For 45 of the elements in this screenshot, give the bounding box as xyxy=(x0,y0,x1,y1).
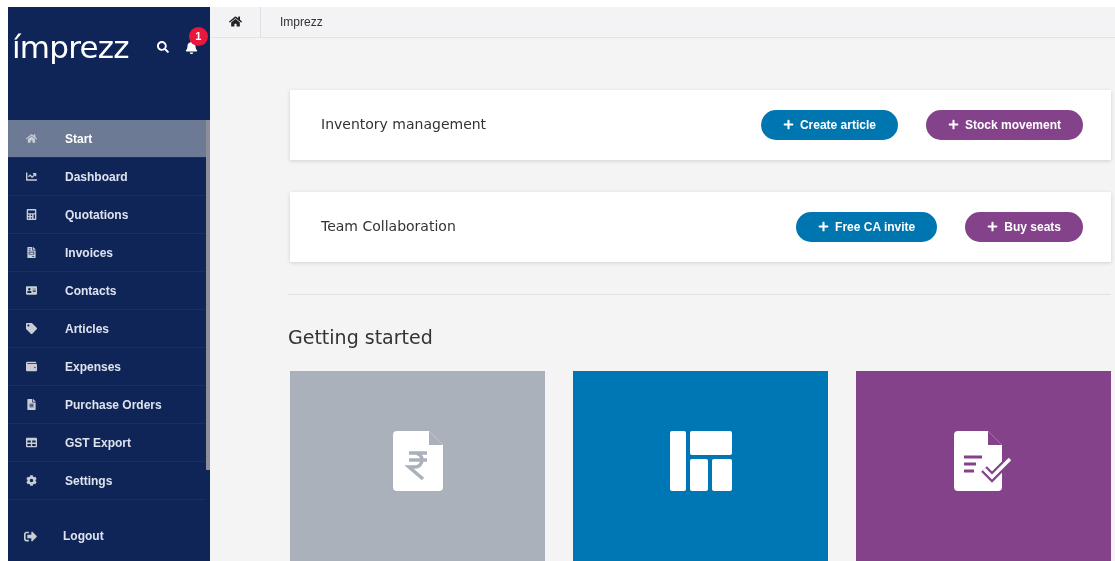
plus-icon xyxy=(947,119,959,130)
action-button[interactable]: Free CA invite xyxy=(796,211,938,242)
panel-title: Inventory management xyxy=(321,115,488,134)
logout-item[interactable]: Logout xyxy=(8,519,210,553)
sidebar-item[interactable]: Purchase Orders xyxy=(8,386,206,424)
document-icon xyxy=(26,399,37,410)
sidebar-item[interactable]: GST Export xyxy=(8,424,206,462)
tag-icon xyxy=(26,323,37,334)
sidebar-item[interactable]: Settings xyxy=(8,462,206,500)
document-icon xyxy=(26,247,37,258)
feature-tile[interactable] xyxy=(573,371,828,561)
home-icon xyxy=(26,133,37,144)
plus-icon xyxy=(782,119,794,130)
plus-icon xyxy=(818,221,830,232)
panel-title: Team Collaboration xyxy=(321,217,457,236)
bell-icon[interactable] xyxy=(184,40,198,54)
calculator-icon xyxy=(26,209,37,220)
action-button[interactable]: Stock movement xyxy=(925,109,1083,140)
contact-card-icon xyxy=(26,285,37,296)
breadcrumb[interactable]: Imprezz xyxy=(280,12,323,31)
feature-tile[interactable] xyxy=(290,371,545,561)
plus-icon xyxy=(987,221,999,232)
gear-icon xyxy=(26,475,37,486)
search-icon[interactable] xyxy=(156,41,169,53)
sidebar-item[interactable]: Expenses xyxy=(8,348,206,386)
logout-icon xyxy=(24,529,37,543)
logo: ímprezz xyxy=(12,27,129,67)
home-icon[interactable] xyxy=(228,15,242,29)
sidebar-item[interactable]: Invoices xyxy=(8,234,206,272)
document-check-icon xyxy=(953,431,1014,491)
sidebar-item[interactable]: Contacts xyxy=(8,272,206,310)
table-icon xyxy=(26,437,37,448)
layout-icon xyxy=(669,431,732,491)
action-button[interactable]: Buy seats xyxy=(965,211,1083,242)
action-button[interactable]: Create article xyxy=(760,109,898,140)
notification-badge: 1 xyxy=(188,26,208,46)
rupee-document-icon xyxy=(392,431,443,491)
sidebar-item[interactable]: Quotations xyxy=(8,196,206,234)
sidebar-item[interactable]: Start xyxy=(8,120,206,158)
sidebar-item[interactable]: Articles xyxy=(8,310,206,348)
feature-tile[interactable] xyxy=(856,371,1111,561)
wallet-icon xyxy=(26,361,37,372)
chart-icon xyxy=(26,171,37,182)
section-heading: Getting started xyxy=(288,324,434,350)
sidebar-item[interactable]: Dashboard xyxy=(8,158,206,196)
